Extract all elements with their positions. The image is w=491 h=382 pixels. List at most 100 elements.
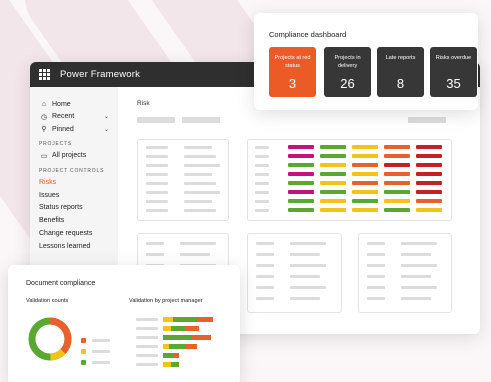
- sidebar-item-lessons-learned[interactable]: Lessons learned: [39, 240, 118, 253]
- heatmap-cell[interactable]: [320, 181, 346, 185]
- heatmap-cell[interactable]: [352, 199, 378, 203]
- heatmap-cell[interactable]: [288, 190, 314, 194]
- heatmap-cell[interactable]: [352, 172, 378, 176]
- heatmap-cell[interactable]: [288, 181, 314, 185]
- heatmap-cell[interactable]: [320, 154, 346, 158]
- heatmap-cell[interactable]: [416, 145, 442, 149]
- pin-icon: ⚲: [41, 126, 47, 134]
- heatmap-cell[interactable]: [288, 154, 314, 158]
- heatmap-cell[interactable]: [288, 163, 314, 167]
- heatmap-cell[interactable]: [352, 208, 378, 212]
- sidebar-section-project-controls: PROJECT CONTROLS: [39, 167, 105, 174]
- sidebar-item-all-projects[interactable]: ▭ All projects: [39, 150, 118, 163]
- heatmap-cell[interactable]: [352, 163, 378, 167]
- heatmap-cell[interactable]: [320, 163, 346, 167]
- heatmap-cell[interactable]: [416, 181, 442, 185]
- heatmap-cell[interactable]: [416, 190, 442, 194]
- summary-row-value: [401, 297, 431, 300]
- list-row-key: [146, 146, 168, 149]
- sidebar-item-status-reports[interactable]: Status reports: [39, 202, 118, 215]
- home-icon: ⌂: [41, 100, 47, 108]
- summary-row-value: [401, 286, 437, 289]
- sidebar-item-risks[interactable]: Risks: [39, 176, 118, 189]
- sidebar-item-recent[interactable]: ◷ Recent ⌄: [39, 111, 118, 124]
- list-row-value: [184, 182, 216, 185]
- manager-name: [136, 363, 158, 366]
- filter-placeholder[interactable]: [137, 117, 175, 123]
- heatmap-cell[interactable]: [288, 172, 314, 176]
- kpi-label: Projects in delivery: [334, 55, 361, 69]
- list-row-key: [146, 173, 168, 176]
- heatmap-cell[interactable]: [384, 190, 410, 194]
- heatmap-row-label: [255, 155, 269, 158]
- heatmap-cell[interactable]: [384, 208, 410, 212]
- chevron-down-icon[interactable]: ⌄: [104, 126, 109, 133]
- heatmap-cell[interactable]: [384, 145, 410, 149]
- filter-placeholder[interactable]: [182, 117, 220, 123]
- list-row-value: [184, 200, 212, 203]
- sidebar-item-pinned[interactable]: ⚲ Pinned ⌄: [39, 123, 118, 136]
- sidebar-item-home[interactable]: ⌂ Home: [39, 98, 118, 111]
- heatmap-cell[interactable]: [352, 190, 378, 194]
- heatmap-cell[interactable]: [416, 208, 442, 212]
- kpi-label: Risks overdue: [435, 55, 472, 61]
- heatmap-cell[interactable]: [288, 199, 314, 203]
- heatmap-cell[interactable]: [416, 172, 442, 176]
- heatmap-cell[interactable]: [416, 154, 442, 158]
- kpi-value: 3: [288, 76, 297, 91]
- heatmap-cell[interactable]: [352, 154, 378, 158]
- heatmap-row-label: [255, 200, 269, 203]
- sidebar-item-benefits[interactable]: Benefits: [39, 214, 118, 227]
- bar-segment: [185, 344, 197, 349]
- heatmap-cell[interactable]: [352, 181, 378, 185]
- sidebar-section-projects: PROJECTS: [39, 141, 73, 147]
- heatmap-cell[interactable]: [320, 172, 346, 176]
- heatmap-cell[interactable]: [384, 154, 410, 158]
- manager-name: [136, 345, 158, 348]
- heatmap-cell[interactable]: [320, 208, 346, 212]
- summary-panel: [358, 233, 452, 313]
- heatmap-cell[interactable]: [416, 163, 442, 167]
- page-title: Risk: [137, 100, 150, 107]
- kpi-label: Late reports: [385, 55, 416, 61]
- heatmap-cell[interactable]: [288, 145, 314, 149]
- summary-row-key: [367, 286, 385, 289]
- kpi-late-reports[interactable]: Late reports 8: [377, 47, 424, 97]
- bar-segment: [169, 344, 185, 349]
- manager-name: [136, 318, 158, 321]
- summary-row-key: [256, 264, 274, 267]
- list-row-key: [146, 200, 168, 203]
- heatmap-cell[interactable]: [288, 208, 314, 212]
- heatmap-cell[interactable]: [384, 181, 410, 185]
- bar-segment: [163, 317, 173, 322]
- kpi-projects-red-status[interactable]: Projects at red status 3: [269, 47, 316, 97]
- sidebar-item-issues[interactable]: Issues: [39, 189, 118, 202]
- heatmap-row-label: [255, 164, 269, 167]
- action-placeholder[interactable]: [408, 117, 446, 123]
- heatmap-cell[interactable]: [384, 163, 410, 167]
- heatmap-cell[interactable]: [384, 199, 410, 203]
- app-launcher-icon[interactable]: [39, 69, 50, 80]
- bar-segment: [163, 335, 191, 340]
- bar-segment: [185, 326, 199, 331]
- bar-segment: [197, 317, 213, 322]
- summary-row-key: [367, 297, 385, 300]
- app-title: Power Framework: [60, 69, 141, 80]
- summary-row-value: [290, 264, 326, 267]
- summary-row-key: [367, 242, 385, 245]
- sidebar-item-change-requests[interactable]: Change requests: [39, 227, 118, 240]
- legend-swatch: [81, 360, 86, 365]
- heatmap-cell[interactable]: [416, 199, 442, 203]
- kpi-projects-in-delivery[interactable]: Projects in delivery 26: [324, 47, 371, 97]
- heatmap-cell[interactable]: [320, 145, 346, 149]
- bar-segment: [163, 362, 171, 367]
- compliance-dashboard-card: Compliance dashboard Projects at red sta…: [254, 13, 478, 110]
- list-row-key: [146, 164, 168, 167]
- sidebar-item-label: Recent: [52, 113, 75, 121]
- heatmap-cell[interactable]: [384, 172, 410, 176]
- chevron-down-icon[interactable]: ⌄: [104, 113, 109, 120]
- kpi-risks-overdue[interactable]: Risks overdue 35: [430, 47, 477, 97]
- heatmap-cell[interactable]: [320, 190, 346, 194]
- heatmap-cell[interactable]: [320, 199, 346, 203]
- heatmap-cell[interactable]: [352, 145, 378, 149]
